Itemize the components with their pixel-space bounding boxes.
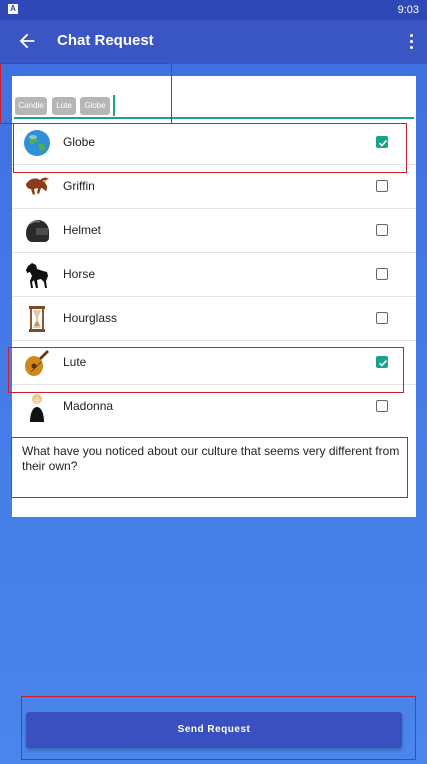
text-cursor: [113, 95, 115, 116]
request-card: Candle Lute Globe Globe Griffin Helmet H…: [12, 76, 416, 517]
checkbox[interactable]: [376, 224, 388, 236]
input-underline: [14, 117, 414, 119]
list-item-globe[interactable]: Globe: [12, 122, 416, 165]
more-vert-icon[interactable]: [407, 31, 415, 53]
chip-lute[interactable]: Lute: [52, 97, 76, 115]
selected-chips-field[interactable]: Candle Lute Globe: [12, 76, 416, 120]
item-label: Lute: [63, 355, 87, 369]
status-bar: A 9:03: [0, 0, 427, 20]
list-item-griffin[interactable]: Griffin: [12, 166, 416, 209]
globe-icon: [24, 130, 50, 156]
madonna-icon: [30, 394, 44, 422]
checkbox[interactable]: [376, 400, 388, 412]
checkbox[interactable]: [376, 180, 388, 192]
notification-icon: A: [8, 4, 18, 14]
checkbox[interactable]: [376, 268, 388, 280]
hourglass-icon: [29, 306, 45, 332]
message-text[interactable]: What have you noticed about our culture …: [22, 444, 406, 494]
item-label: Hourglass: [63, 311, 118, 325]
checkbox-checked[interactable]: [376, 136, 388, 148]
app-bar: Chat Request: [0, 20, 427, 64]
chip-globe[interactable]: Globe: [80, 97, 110, 115]
list-item-helmet[interactable]: Helmet: [12, 210, 416, 253]
chip-candle[interactable]: Candle: [15, 97, 47, 115]
page-title: Chat Request: [57, 32, 154, 49]
checkbox-checked[interactable]: [376, 356, 388, 368]
item-label: Helmet: [63, 223, 102, 237]
list-item-lute[interactable]: Lute: [12, 342, 416, 385]
arrow-back-icon[interactable]: [16, 30, 38, 52]
griffin-icon: [26, 177, 49, 195]
item-label: Globe: [63, 135, 96, 149]
list-item-horse[interactable]: Horse: [12, 254, 416, 297]
item-label: Horse: [63, 267, 96, 281]
list-item-hourglass[interactable]: Hourglass: [12, 298, 416, 341]
helmet-icon: [26, 220, 49, 242]
checkbox[interactable]: [376, 312, 388, 324]
item-label: Madonna: [63, 399, 114, 413]
lute-icon: [25, 350, 49, 376]
list-item-madonna[interactable]: Madonna: [12, 386, 416, 422]
status-time: 9:03: [397, 4, 419, 16]
item-label: Griffin: [63, 179, 95, 193]
send-request-button[interactable]: Send Request: [26, 712, 402, 748]
horse-icon: [26, 263, 48, 288]
